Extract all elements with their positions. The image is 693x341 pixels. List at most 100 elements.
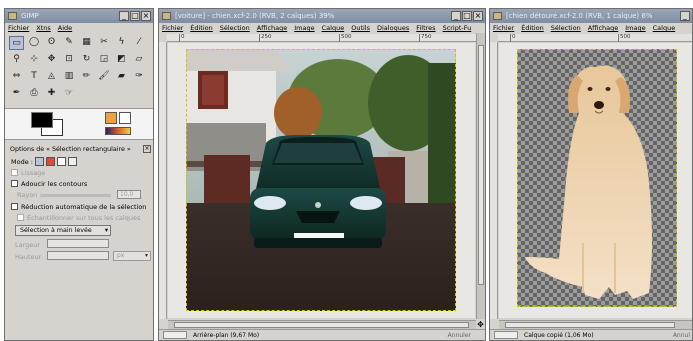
- car-close-button[interactable]: ×: [473, 11, 483, 21]
- car-window-title: [voiture] - chien.xcf-2.0 (RVB, 2 calque…: [175, 12, 335, 20]
- dog-menu-calque[interactable]: Calque: [653, 23, 676, 34]
- scale-icon[interactable]: ◲: [97, 53, 112, 67]
- car-menu-scriptfu[interactable]: Script-Fu: [443, 23, 472, 34]
- echantillonner-checkbox[interactable]: [17, 214, 24, 221]
- menu-fichier[interactable]: Fichier: [8, 23, 29, 34]
- mode-intersect-button[interactable]: [68, 157, 78, 166]
- car-menu-fichier[interactable]: Fichier: [162, 23, 183, 34]
- selection-mode-dropdown[interactable]: Sélection à main levée ▾: [15, 225, 111, 236]
- echantillonner-row[interactable]: Échantillonner sur tous les calques: [17, 214, 140, 222]
- eraser-icon[interactable]: ▰: [114, 70, 129, 84]
- fg-bg-color-area: [5, 108, 153, 140]
- dog-menu-edition[interactable]: Édition: [521, 23, 544, 34]
- mode-replace-button[interactable]: [35, 157, 45, 166]
- car-minimize-button[interactable]: _: [451, 11, 461, 21]
- rayon-slider[interactable]: [41, 194, 111, 197]
- car-maximize-button[interactable]: □: [462, 11, 472, 21]
- mode-subtract-button[interactable]: [57, 157, 67, 166]
- car-menu-filtres[interactable]: Filtres: [416, 23, 435, 34]
- free-select-icon[interactable]: ʘ: [44, 36, 59, 50]
- car-horizontal-scrollbar[interactable]: [168, 320, 476, 329]
- paths-icon[interactable]: ϟ: [114, 36, 129, 50]
- brush-preview[interactable]: [119, 112, 131, 124]
- dog-unit-selector[interactable]: [494, 331, 518, 339]
- dog-horizontal-scrollbar[interactable]: [499, 320, 692, 329]
- shear-icon[interactable]: ◩: [114, 53, 129, 67]
- mode-add-button[interactable]: [46, 157, 56, 166]
- largeur-label: Largeur: [15, 241, 41, 249]
- pattern-preview[interactable]: [105, 112, 117, 124]
- car-menu-calque[interactable]: Calque: [322, 23, 345, 34]
- minimize-button[interactable]: _: [119, 11, 129, 21]
- paintbrush-icon[interactable]: 🖌: [97, 70, 112, 84]
- car-unit-selector[interactable]: [163, 331, 187, 339]
- pencil-icon[interactable]: ✏: [79, 70, 94, 84]
- car-horizontal-ruler: 0 250 500 750: [167, 34, 476, 42]
- airbrush-icon[interactable]: ✑: [132, 70, 147, 84]
- flip-icon[interactable]: ⇔: [9, 70, 24, 84]
- lissage-row[interactable]: Lissage: [11, 169, 45, 177]
- rayon-value-field[interactable]: 10,0: [117, 190, 141, 199]
- unit-dropdown[interactable]: px ▾: [113, 251, 151, 261]
- rect-select-icon[interactable]: ▭: [9, 36, 24, 50]
- scissors-icon[interactable]: ✂: [97, 36, 112, 50]
- reduction-row[interactable]: Réduction automatique de la sélection: [11, 203, 146, 211]
- car-menu-image[interactable]: Image: [294, 23, 314, 34]
- car-menu-affichage[interactable]: Affichage: [257, 23, 288, 34]
- dog-menu-selection[interactable]: Sélection: [551, 23, 581, 34]
- fuzzy-select-icon[interactable]: ✎: [62, 36, 77, 50]
- dog-cancel-button[interactable]: Annul: [673, 330, 690, 341]
- clone-icon[interactable]: ⎙: [27, 87, 42, 101]
- adoucir-checkbox[interactable]: [11, 180, 18, 187]
- navigate-icon[interactable]: ✥: [476, 320, 485, 329]
- toolbox-titlebar[interactable]: GIMP _ □ ×: [5, 9, 153, 23]
- lissage-checkbox[interactable]: [11, 169, 18, 176]
- dog-minimize-button[interactable]: _: [680, 11, 690, 21]
- rayon-label: Rayon :: [17, 191, 42, 199]
- menu-aide[interactable]: Aide: [58, 23, 72, 34]
- maximize-button[interactable]: □: [130, 11, 140, 21]
- hauteur-field[interactable]: [47, 251, 109, 260]
- move-icon[interactable]: ✥: [44, 53, 59, 67]
- ellipse-select-icon[interactable]: ◯: [27, 36, 42, 50]
- bucket-fill-icon[interactable]: ◬: [44, 70, 59, 84]
- dog-canvas[interactable]: [499, 43, 692, 318]
- car-vscroll-thumb[interactable]: [478, 45, 484, 285]
- gradient-preview[interactable]: [105, 127, 131, 135]
- car-menu-edition[interactable]: Édition: [190, 23, 213, 34]
- ink-icon[interactable]: ✒: [9, 87, 24, 101]
- rotate-icon[interactable]: ↻: [79, 53, 94, 67]
- car-menu-dialogues[interactable]: Dialogues: [377, 23, 409, 34]
- dog-menu-affichage[interactable]: Affichage: [588, 23, 619, 34]
- crop-icon[interactable]: ⊡: [62, 53, 77, 67]
- color-select-icon[interactable]: ▦: [79, 36, 94, 50]
- zoom-icon[interactable]: ⚲: [9, 53, 24, 67]
- heal-icon[interactable]: ✚: [44, 87, 59, 101]
- dog-menu-image[interactable]: Image: [625, 23, 645, 34]
- dog-window-titlebar[interactable]: [chien détouré.xcf-2.0 (RVB, 1 calque) 6…: [490, 9, 692, 23]
- dog-menu-fichier[interactable]: Fichier: [493, 23, 514, 34]
- adoucir-row[interactable]: Adoucir les contours: [11, 180, 87, 188]
- measure-icon[interactable]: ⊹: [27, 53, 42, 67]
- close-button[interactable]: ×: [141, 11, 151, 21]
- smudge-icon[interactable]: ☞: [62, 87, 77, 101]
- car-vertical-scrollbar[interactable]: [476, 33, 485, 319]
- perspective-icon[interactable]: ▱: [132, 53, 147, 67]
- reduction-checkbox[interactable]: [11, 203, 18, 210]
- blend-icon[interactable]: ▥: [62, 70, 77, 84]
- menu-xtns[interactable]: Xtns: [36, 23, 51, 34]
- car-canvas[interactable]: [168, 43, 475, 318]
- largeur-field[interactable]: [47, 239, 109, 248]
- tool-options-close[interactable]: ×: [143, 145, 151, 153]
- dog-hscroll-thumb[interactable]: [505, 322, 675, 328]
- car-cancel-button[interactable]: Annuler: [448, 330, 471, 341]
- car-menu-selection[interactable]: Sélection: [220, 23, 250, 34]
- car-window-titlebar[interactable]: [voiture] - chien.xcf-2.0 (RVB, 2 calque…: [159, 9, 485, 23]
- image-app-icon: [162, 12, 171, 20]
- text-icon[interactable]: T: [27, 70, 42, 84]
- hauteur-label: Hauteur: [15, 253, 42, 261]
- foreground-color-swatch[interactable]: [31, 112, 53, 128]
- pick-color-icon[interactable]: ⁄: [132, 36, 147, 50]
- car-menu-outils[interactable]: Outils: [351, 23, 370, 34]
- car-hscroll-thumb[interactable]: [174, 322, 469, 328]
